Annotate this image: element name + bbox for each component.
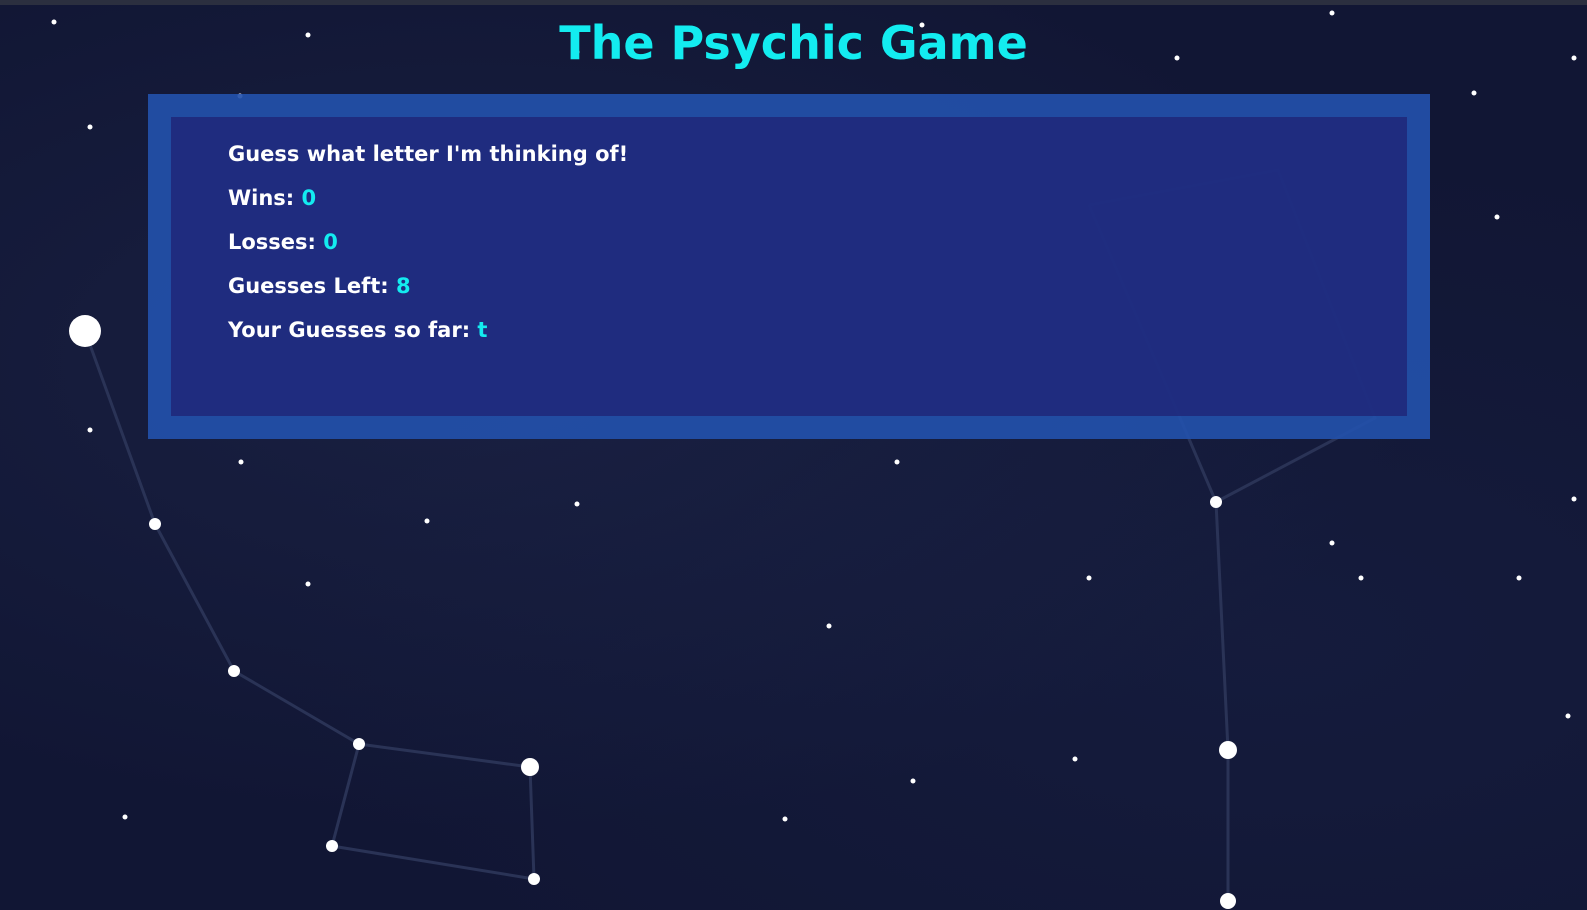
guesses-left-label: Guesses Left: bbox=[228, 274, 389, 298]
star bbox=[149, 518, 161, 530]
wins-label: Wins: bbox=[228, 186, 295, 210]
star bbox=[1086, 575, 1092, 581]
star bbox=[1565, 713, 1571, 719]
star bbox=[69, 315, 101, 347]
star bbox=[782, 816, 788, 822]
star bbox=[1072, 756, 1078, 762]
game-prompt: Guess what letter I'm thinking of! bbox=[228, 142, 629, 166]
star bbox=[305, 581, 311, 587]
star bbox=[1471, 90, 1477, 96]
guesses-left-value: 8 bbox=[396, 274, 411, 298]
star bbox=[528, 873, 540, 885]
losses-label: Losses: bbox=[228, 230, 316, 254]
star bbox=[574, 501, 580, 507]
star bbox=[1571, 496, 1577, 502]
star bbox=[1329, 540, 1335, 546]
star bbox=[1219, 741, 1237, 759]
star bbox=[1210, 496, 1222, 508]
star bbox=[87, 427, 93, 433]
game-panel-content: Guess what letter I'm thinking of! Wins:… bbox=[171, 117, 1407, 416]
your-guesses-row: Your Guesses so far: t bbox=[228, 318, 487, 342]
star bbox=[353, 738, 365, 750]
star bbox=[1358, 575, 1364, 581]
guesses-left-row: Guesses Left: 8 bbox=[228, 274, 411, 298]
star bbox=[424, 518, 430, 524]
star bbox=[87, 124, 93, 130]
star bbox=[238, 459, 244, 465]
wins-value: 0 bbox=[301, 186, 317, 210]
losses-row: Losses: 0 bbox=[228, 230, 338, 254]
losses-value: 0 bbox=[323, 230, 338, 254]
your-guesses-label: Your Guesses so far: bbox=[228, 318, 471, 342]
game-panel: Guess what letter I'm thinking of! Wins:… bbox=[148, 94, 1430, 439]
wins-row: Wins: 0 bbox=[228, 186, 316, 210]
star bbox=[1220, 893, 1236, 909]
star bbox=[1494, 214, 1500, 220]
star bbox=[826, 623, 832, 629]
star bbox=[228, 665, 240, 677]
star bbox=[326, 840, 338, 852]
your-guesses-value: t bbox=[477, 318, 488, 342]
star bbox=[894, 459, 900, 465]
star bbox=[1329, 10, 1335, 16]
page-title: The Psychic Game bbox=[559, 16, 1028, 70]
star bbox=[910, 778, 916, 784]
star bbox=[521, 758, 539, 776]
star bbox=[1516, 575, 1522, 581]
star bbox=[122, 814, 128, 820]
